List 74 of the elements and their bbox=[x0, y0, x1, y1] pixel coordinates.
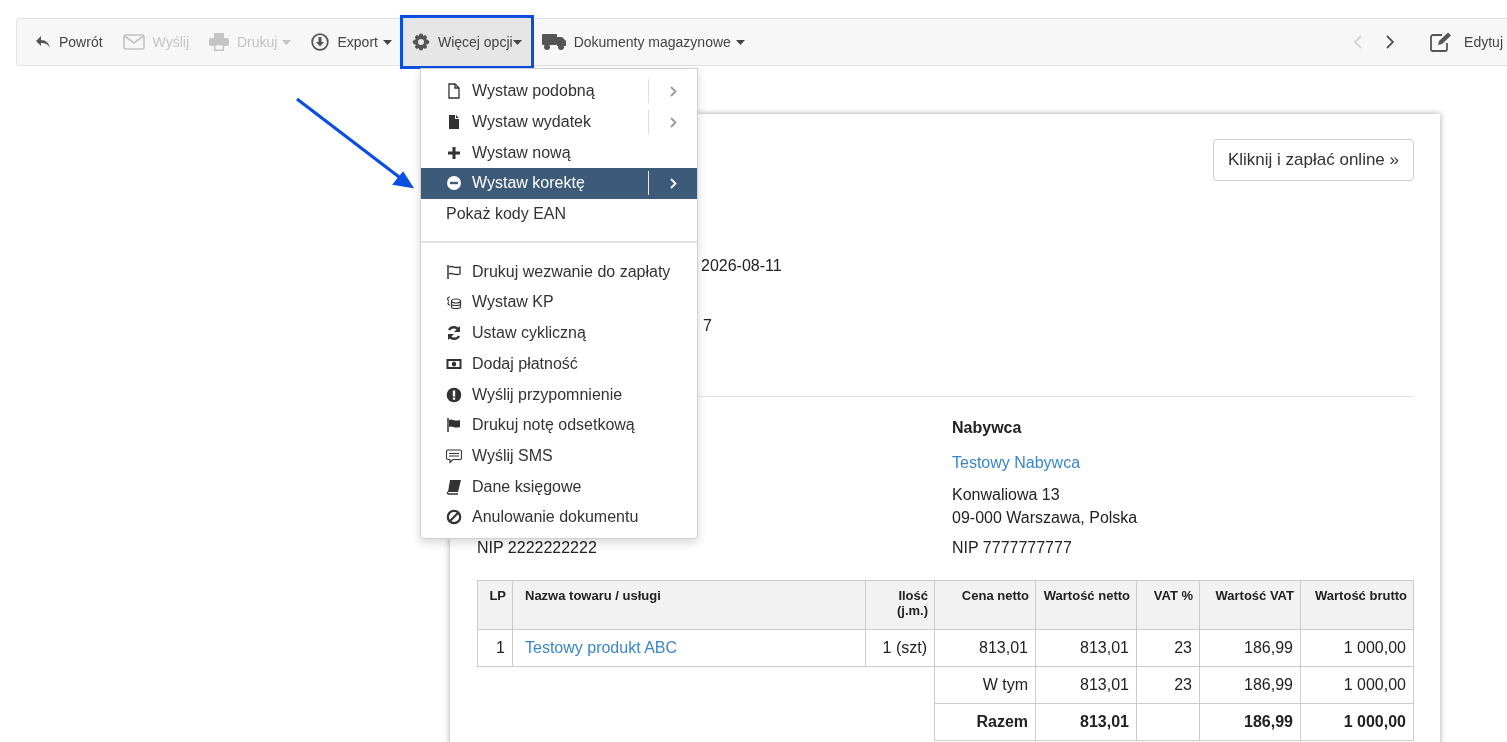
column-header: Nazwa towaru / usługi bbox=[512, 580, 866, 630]
flag-icon bbox=[446, 417, 462, 434]
table-cell: 186,99 bbox=[1199, 629, 1301, 667]
plus-icon bbox=[446, 144, 462, 161]
menu-item[interactable]: Wystaw KP bbox=[421, 287, 697, 318]
menu-item[interactable]: Dane księgowe bbox=[421, 471, 697, 502]
table-cell: 813,01 bbox=[934, 629, 1036, 667]
header-text: 2026-08-11 bbox=[701, 256, 783, 276]
toolbar-button[interactable]: Więcej opcji bbox=[401, 18, 532, 66]
pencil-square-icon bbox=[1430, 32, 1453, 52]
menu-item[interactable]: Wystaw korektę bbox=[421, 168, 697, 199]
table-cell: 1 bbox=[477, 629, 513, 667]
toolbar-button[interactable]: Powrót bbox=[25, 18, 113, 66]
table-cell: 1 000,00 bbox=[1300, 703, 1414, 741]
table-cell: 1 000,00 bbox=[1300, 666, 1414, 704]
printer-icon bbox=[209, 33, 229, 51]
buyer-heading: Nabywca bbox=[952, 418, 1023, 438]
flag-icon bbox=[446, 263, 462, 280]
exclamation-circle-icon bbox=[446, 386, 462, 403]
menu-item[interactable]: Wystaw wydatek bbox=[421, 106, 697, 138]
column-header: Ilość (j.m.) bbox=[865, 580, 935, 630]
buyer-address: Konwaliowa 13 09-000 Warszawa, Polska bbox=[952, 485, 1139, 528]
menu-item[interactable]: Drukuj wezwanie do zapłaty bbox=[421, 256, 697, 288]
buyer-nip: NIP 7777777777 bbox=[952, 538, 1073, 558]
sync-icon bbox=[446, 325, 462, 342]
file-icon bbox=[446, 83, 462, 100]
table-cell: 186,99 bbox=[1199, 703, 1301, 741]
menu-item[interactable]: Wyślij przypomnienie bbox=[421, 379, 697, 410]
chevron-right-icon bbox=[669, 177, 677, 189]
pay-online-button[interactable]: Kliknij i zapłać online » bbox=[1212, 139, 1414, 181]
settings-icon bbox=[411, 33, 430, 51]
column-header: Wartość VAT bbox=[1199, 580, 1301, 630]
column-header: Wartość brutto bbox=[1300, 580, 1414, 630]
menu-item[interactable]: Pokaż kody EAN bbox=[421, 198, 697, 230]
menu-item[interactable]: Wystaw nową bbox=[421, 137, 697, 169]
book-icon bbox=[446, 478, 462, 495]
table-cell: 813,01 bbox=[1035, 666, 1137, 704]
reply-arrow-icon bbox=[35, 35, 51, 49]
seller-nip: NIP 2222222222 bbox=[477, 538, 598, 558]
table-cell: 813,01 bbox=[1035, 629, 1137, 667]
chevron-right-icon bbox=[669, 85, 677, 97]
column-header: VAT % bbox=[1136, 580, 1200, 630]
coins-icon bbox=[446, 294, 462, 311]
menu-item[interactable]: Wyślij SMS bbox=[421, 440, 697, 472]
toolbar-button[interactable]: Export bbox=[301, 18, 402, 66]
table-cell: 186,99 bbox=[1199, 666, 1301, 704]
chat-bubble-icon bbox=[446, 447, 462, 464]
table-cell: 1 (szt) bbox=[865, 629, 935, 667]
summary-label: W tym bbox=[934, 666, 1036, 704]
menu-item[interactable]: Dodaj płatność bbox=[421, 348, 697, 380]
table-cell: 1 000,00 bbox=[1300, 629, 1414, 667]
table-cell: 813,01 bbox=[1035, 703, 1137, 741]
menu-item[interactable]: Anulowanie dokumentu bbox=[421, 501, 697, 533]
column-header: LP bbox=[477, 580, 513, 630]
buyer-name-link[interactable]: Testowy Nabywca bbox=[952, 452, 1414, 474]
download-circle-icon bbox=[311, 33, 330, 51]
header-text: 7 bbox=[703, 316, 713, 336]
table-cell: 23 bbox=[1136, 666, 1200, 704]
file-icon bbox=[446, 114, 462, 131]
envelope-icon bbox=[122, 34, 145, 50]
summary-label: Razem bbox=[934, 703, 1036, 741]
menu-item[interactable]: Ustaw cykliczną bbox=[421, 317, 697, 349]
truck-icon bbox=[541, 33, 566, 51]
product-link[interactable]: Testowy produkt ABC bbox=[525, 639, 678, 656]
menu-item[interactable]: Drukuj notę odsetkową bbox=[421, 409, 697, 441]
minus-circle-icon bbox=[446, 175, 462, 192]
ban-icon bbox=[446, 509, 462, 526]
menu-item[interactable]: Wystaw podobną bbox=[421, 76, 697, 107]
table-cell: 23 bbox=[1136, 629, 1200, 667]
toolbar-button[interactable]: Dokumenty magazynowe bbox=[531, 18, 755, 66]
column-header: Wartość netto bbox=[1035, 580, 1137, 630]
column-header: Cena netto bbox=[934, 580, 1036, 630]
edit-button[interactable]: Edytuj bbox=[1420, 18, 1507, 66]
chevron-right-icon bbox=[669, 116, 677, 128]
